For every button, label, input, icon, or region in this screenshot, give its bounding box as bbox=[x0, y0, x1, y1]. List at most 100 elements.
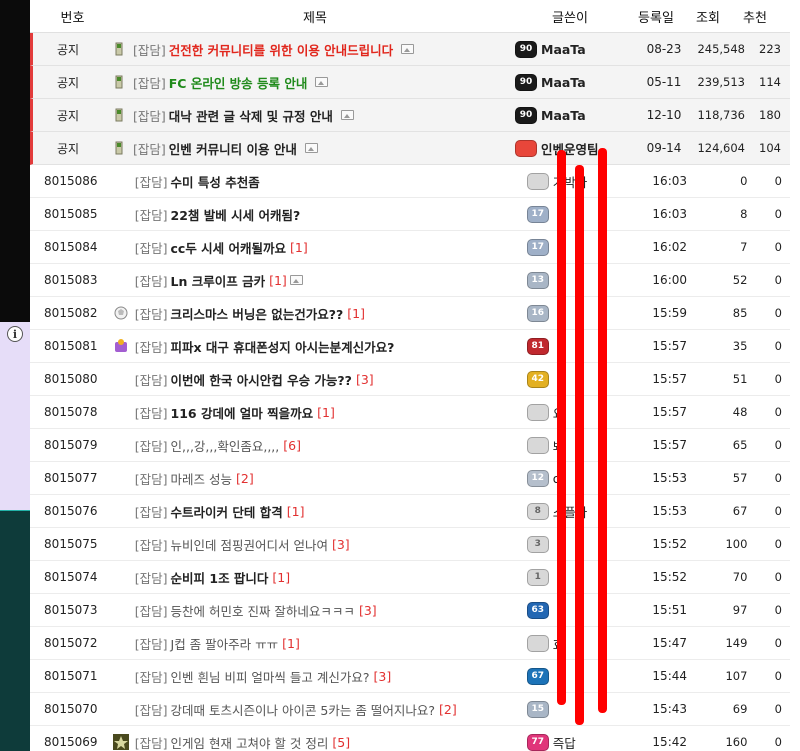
table-row[interactable]: 8015082 [잡담] 크리스마스 버닝은 없는건가요?? [1] 16 15:59 85… bbox=[30, 297, 790, 330]
post-title-link[interactable]: [잡담] 인게임 현재 고쳐야 할 것 정리 [5] bbox=[131, 733, 527, 751]
table-row[interactable]: 8015080 [잡담] 이번에 한국 아시안컵 우승 가능?? [3] 42 15:57… bbox=[30, 363, 790, 396]
author-name[interactable]: 즉답 bbox=[553, 733, 576, 751]
post-title[interactable]: 수미 특성 추천좀 bbox=[171, 172, 260, 191]
post-title-link[interactable]: [잡담] 이번에 한국 아시안컵 우승 가능?? [3] bbox=[131, 370, 527, 389]
author-cell[interactable]: 요 bbox=[526, 403, 642, 422]
table-row[interactable]: 8015074 [잡담] 순비피 1조 팝니다 [1] 1 15:52 70 0 bbox=[30, 561, 790, 594]
comment-count[interactable]: [1] bbox=[287, 504, 305, 519]
comment-count[interactable]: [1] bbox=[269, 273, 287, 288]
post-title[interactable]: J컵 좀 팔아주라 ㅠㅠ bbox=[171, 634, 279, 653]
notice-row[interactable]: 공지 [잡담] 건전한 커뮤니티를 위한 이용 안내드립니다 90 MaaTa 08-23… bbox=[30, 33, 790, 66]
author-cell[interactable]: 효 bbox=[526, 634, 642, 653]
author-cell[interactable]: 90 MaaTa bbox=[515, 40, 635, 58]
post-title[interactable]: FC 온라인 방송 등록 안내 bbox=[169, 73, 308, 92]
table-row[interactable]: 8015072[잡담]J컵 좀 팔아주라 ㅠㅠ[1]효15:471490 bbox=[30, 627, 790, 660]
comment-count[interactable]: [1] bbox=[290, 240, 308, 255]
post-title[interactable]: 뉴비인데 점핑권어디서 얻나여 bbox=[171, 535, 328, 554]
table-row[interactable]: 8015073 [잡담] 등찬에 허민호 진짜 잘하네요ㅋㅋㅋ [3] 63 15:51 9… bbox=[30, 594, 790, 627]
author-cell[interactable]: 16 bbox=[526, 304, 642, 322]
post-title-link[interactable]: [잡담] 마레즈 성능 [2] bbox=[131, 469, 527, 488]
author-cell[interactable]: 90 MaaTa bbox=[515, 106, 635, 124]
post-title-link[interactable]: [잡담] 22챔 발베 시세 어캐됨? bbox=[131, 205, 527, 224]
comment-count[interactable]: [3] bbox=[359, 603, 377, 618]
author-cell[interactable]: 15 bbox=[526, 700, 642, 718]
post-title-link[interactable]: [잡담] 인벤 커뮤니티 이용 안내 bbox=[129, 139, 515, 158]
table-row[interactable]: 8015070 [잡담] 강데때 토츠시즌이나 아이콘 5카는 좀 떨어지나요? [2… bbox=[30, 693, 790, 726]
author-cell[interactable]: 63 bbox=[526, 601, 642, 619]
post-title-link[interactable]: [잡담] 인,,,강,,,확인좀요,,,, [6] bbox=[131, 436, 527, 455]
author-cell[interactable]: 77 즉답 bbox=[526, 733, 642, 751]
post-title[interactable]: 등찬에 허민호 진짜 잘하네요ㅋㅋㅋ bbox=[171, 601, 355, 620]
table-row[interactable]: 8015079[잡담]인,,,강,,,확인좀요,,,,[6]봐15:57650 bbox=[30, 429, 790, 462]
post-title[interactable]: 건전한 커뮤니티를 위한 이용 안내드립니다 bbox=[169, 40, 393, 59]
table-row[interactable]: 8015071 [잡담] 인벤 흰님 비피 얼마씩 들고 계신가요? [3] 67 15:… bbox=[30, 660, 790, 693]
author-cell[interactable]: 봐 bbox=[526, 436, 642, 455]
post-title[interactable]: cc두 시세 어캐될까요 bbox=[171, 238, 287, 257]
post-title-link[interactable]: [잡담] 대낙 관련 글 삭제 및 규정 안내 bbox=[129, 106, 515, 125]
author-cell[interactable]: 81 bbox=[526, 337, 642, 355]
table-row[interactable]: 8015077 [잡담]마레즈 성능 [2] 12o 15:53 57 0 bbox=[30, 462, 790, 495]
post-title[interactable]: 이번에 한국 아시안컵 우승 가능?? bbox=[171, 370, 352, 389]
post-title-link[interactable]: [잡담] 수트라이커 단테 합격 [1] bbox=[131, 502, 527, 521]
post-title[interactable]: 강데때 토츠시즌이나 아이콘 5카는 좀 떨어지나요? bbox=[171, 700, 435, 719]
post-title[interactable]: 크리스마스 버닝은 없는건가요?? bbox=[171, 304, 344, 323]
post-title-link[interactable]: [잡담] 피파x 대구 휴대폰성지 아시는분계신가요? bbox=[131, 337, 527, 356]
author-cell[interactable]: 17 bbox=[526, 238, 642, 256]
comment-count[interactable]: [3] bbox=[356, 372, 374, 387]
table-row[interactable]: 8015078[잡담]116 강데에 얼마 찍을까요[1]요15:57480 bbox=[30, 396, 790, 429]
comment-count[interactable]: [5] bbox=[332, 735, 350, 750]
comment-count[interactable]: [1] bbox=[272, 570, 290, 585]
comment-count[interactable]: [3] bbox=[374, 669, 392, 684]
table-row[interactable]: 8015069 [잡담] 인게임 현재 고쳐야 할 것 정리 [5] 77 즉답 15:42… bbox=[30, 726, 790, 751]
author-cell[interactable]: 12o bbox=[526, 469, 642, 487]
table-row[interactable]: 8015075 [잡담] 뉴비인데 점핑권어디서 얻나여 [3] 3 15:52 100 0 bbox=[30, 528, 790, 561]
table-row[interactable]: 8015083 [잡담] Ln 크루이프 금카 [1] 13 16:00 52 0 bbox=[30, 264, 790, 297]
comment-count[interactable]: [6] bbox=[283, 438, 301, 453]
table-row[interactable]: 8015081 [잡담] 피파x 대구 휴대폰성지 아시는분계신가요? 81 15:57… bbox=[30, 330, 790, 363]
post-title-link[interactable]: [잡담] FC 온라인 방송 등록 안내 bbox=[129, 73, 515, 92]
comment-count[interactable]: [1] bbox=[317, 405, 335, 420]
author-cell[interactable]: 17 bbox=[526, 205, 642, 223]
post-title-link[interactable]: [잡담] 강데때 토츠시즌이나 아이콘 5카는 좀 떨어지나요? [2] bbox=[131, 700, 527, 719]
table-row[interactable]: 8015084 [잡담] cc두 시세 어캐될까요 [1] 17 16:02 7 0 bbox=[30, 231, 790, 264]
post-title-link[interactable]: [잡담] 순비피 1조 팝니다 [1] bbox=[131, 568, 527, 587]
author-cell[interactable]: 8 스플라 bbox=[526, 502, 642, 521]
post-title-link[interactable]: [잡담] 건전한 커뮤니티를 위한 이용 안내드립니다 bbox=[129, 40, 515, 59]
post-title[interactable]: 수트라이커 단테 합격 bbox=[171, 502, 283, 521]
post-title-link[interactable]: [잡담] 등찬에 허민호 진짜 잘하네요ㅋㅋㅋ [3] bbox=[131, 601, 527, 620]
author-cell[interactable]: 인벤운영팀 bbox=[515, 139, 635, 158]
comment-count[interactable]: [1] bbox=[282, 636, 300, 651]
info-icon[interactable]: i bbox=[7, 326, 23, 342]
post-title[interactable]: Ln 크루이프 금카 bbox=[171, 271, 266, 290]
author-cell[interactable]: 90 MaaTa bbox=[515, 73, 635, 91]
post-title-link[interactable]: [잡담] J컵 좀 팔아주라 ㅠㅠ [1] bbox=[131, 634, 527, 653]
notice-row[interactable]: 공지 [잡담] 인벤 커뮤니티 이용 안내 인벤운영팀 09-14 124,604 104 bbox=[30, 132, 790, 165]
post-title[interactable]: 대낙 관련 글 삭제 및 규정 안내 bbox=[169, 106, 333, 125]
post-title-link[interactable]: [잡담] cc두 시세 어캐될까요 [1] bbox=[131, 238, 527, 257]
post-title[interactable]: 인벤 흰님 비피 얼마씩 들고 계신가요? bbox=[171, 667, 370, 686]
author-name[interactable]: MaaTa bbox=[541, 42, 586, 57]
comment-count[interactable]: [1] bbox=[347, 306, 365, 321]
post-title-link[interactable]: [잡담] 인벤 흰님 비피 얼마씩 들고 계신가요? [3] bbox=[131, 667, 527, 686]
post-title-link[interactable]: [잡담] 116 강데에 얼마 찍을까요 [1] bbox=[131, 403, 527, 422]
post-title[interactable]: 마레즈 성능 bbox=[171, 469, 232, 488]
table-row[interactable]: 8015076 [잡담] 수트라이커 단테 합격 [1] 8 스플라 15:53 67 0 bbox=[30, 495, 790, 528]
post-title[interactable]: 22챔 발베 시세 어캐됨? bbox=[171, 205, 301, 224]
notice-row[interactable]: 공지 [잡담] FC 온라인 방송 등록 안내 90 MaaTa 05-11 239,513… bbox=[30, 66, 790, 99]
post-title[interactable]: 피파x 대구 휴대폰성지 아시는분계신가요? bbox=[171, 337, 395, 356]
author-cell[interactable]: 67 bbox=[526, 667, 642, 685]
notice-row[interactable]: 공지 [잡담] 대낙 관련 글 삭제 및 규정 안내 90 MaaTa 12-10 118,… bbox=[30, 99, 790, 132]
post-title-link[interactable]: [잡담] 수미 특성 추천좀 bbox=[131, 172, 527, 191]
post-title[interactable]: 순비피 1조 팝니다 bbox=[171, 568, 269, 587]
table-row[interactable]: 8015085 [잡담] 22챔 발베 시세 어캐됨? 17 16:03 8 0 bbox=[30, 198, 790, 231]
post-title[interactable]: 인,,,강,,,확인좀요,,,, bbox=[171, 436, 280, 455]
post-title-link[interactable]: [잡담] 크리스마스 버닝은 없는건가요?? [1] bbox=[131, 304, 527, 323]
author-name[interactable]: MaaTa bbox=[541, 75, 586, 90]
table-row[interactable]: 8015086 [잡담] 수미 특성 추천좀 기박사 16:03 0 0 bbox=[30, 165, 790, 198]
author-cell[interactable]: 3 bbox=[526, 535, 642, 553]
post-title-link[interactable]: [잡담] Ln 크루이프 금카 [1] bbox=[131, 271, 527, 290]
author-cell[interactable]: 13 bbox=[526, 271, 642, 289]
post-title[interactable]: 인게임 현재 고쳐야 할 것 정리 bbox=[171, 733, 329, 751]
author-cell[interactable]: 1 bbox=[526, 568, 642, 586]
author-name[interactable]: MaaTa bbox=[541, 108, 586, 123]
